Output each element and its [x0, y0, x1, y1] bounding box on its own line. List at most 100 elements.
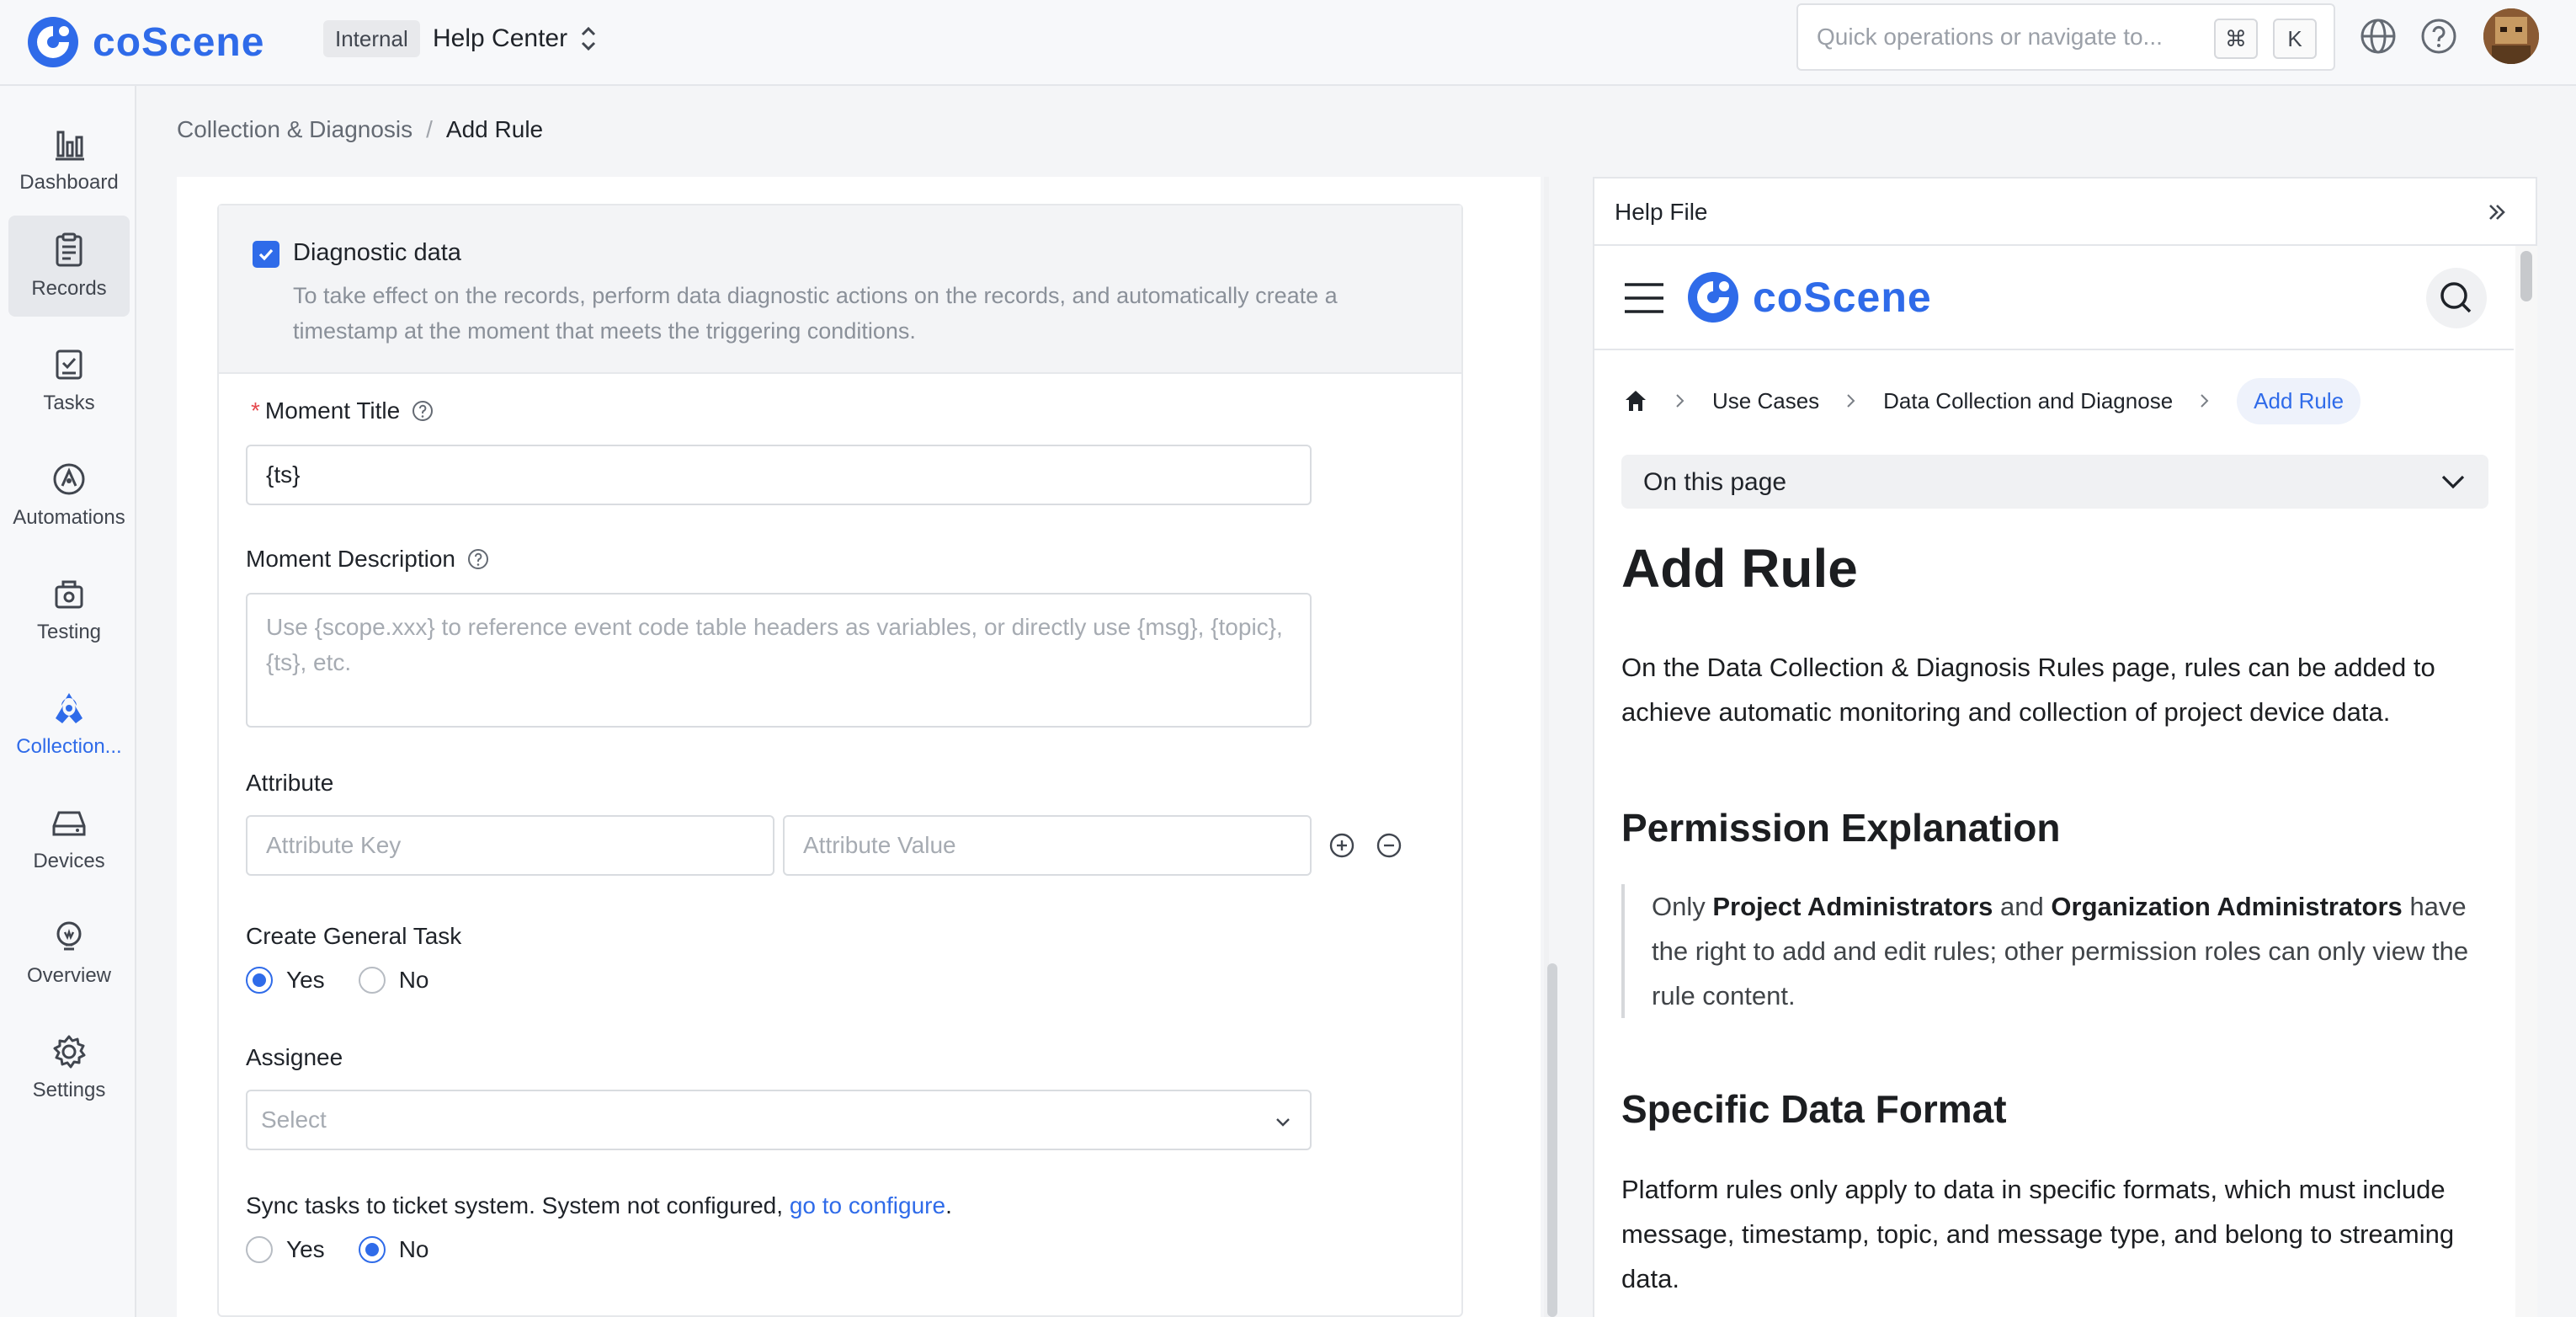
sync-yes-radio[interactable]	[246, 1236, 273, 1263]
doc-format-paragraph: Platform rules only apply to data in spe…	[1621, 1175, 2455, 1293]
nav-label: Collection...	[16, 735, 122, 758]
avatar[interactable]	[2483, 8, 2539, 64]
diagnostic-data-title: Diagnostic data	[293, 239, 461, 266]
nav-label: Automations	[13, 506, 125, 529]
go-to-configure-link[interactable]: go to configure	[790, 1192, 945, 1219]
chevron-right-icon	[2201, 394, 2209, 408]
nav-dashboard[interactable]: Dashboard	[8, 109, 130, 211]
doc-brand-name: coScene	[1753, 274, 1932, 321]
nav-label: Settings	[32, 1079, 106, 1101]
quick-search-input[interactable]: Quick operations or navigate to... ⌘ K	[1796, 3, 2335, 71]
form-scrollbar-thumb[interactable]	[1547, 963, 1557, 1317]
doc-crumb-data-collection[interactable]: Data Collection and Diagnose	[1883, 388, 2173, 414]
help-file-title: Help File	[1615, 199, 1708, 225]
assignee-label: Assignee	[246, 1044, 343, 1070]
moment-title-value: {ts}	[266, 461, 301, 488]
task-check-icon	[56, 349, 82, 380]
doc-breadcrumb: Use Cases Data Collection and Diagnose A…	[1623, 376, 2361, 426]
on-this-page-toggle[interactable]: On this page	[1621, 455, 2488, 509]
globe-icon[interactable]	[2359, 17, 2398, 56]
attribute-key-input[interactable]: Attribute Key	[246, 815, 774, 876]
nav-tasks[interactable]: Tasks	[8, 330, 130, 431]
diagnostic-card-header: Diagnostic data To take effect on the re…	[219, 205, 1461, 374]
nav-testing[interactable]: Testing	[8, 559, 130, 660]
quote-only: Only	[1652, 892, 1706, 921]
hamburger-menu-icon[interactable]	[1623, 280, 1665, 317]
breadcrumb: Collection & Diagnosis / Add Rule	[177, 116, 543, 143]
nav-label: Records	[31, 277, 107, 300]
diagnostic-data-checkbox[interactable]	[253, 241, 279, 268]
nav-label: Overview	[26, 964, 112, 987]
kbd-cmd: ⌘	[2214, 19, 2258, 59]
project-name[interactable]: Help Center	[433, 20, 567, 57]
question-circle-icon[interactable]	[467, 548, 489, 570]
breadcrumb-separator: /	[426, 116, 433, 142]
sync-yes-label[interactable]: Yes	[286, 1236, 325, 1263]
clipboard-icon	[56, 232, 82, 267]
chevron-down-icon	[1276, 1118, 1290, 1127]
add-attribute-plus-icon[interactable]	[1328, 832, 1355, 859]
doc-scrollbar-track	[2515, 246, 2537, 1317]
quote-org-admins: Organization Administrators	[2051, 892, 2403, 921]
coscene-logo-icon	[1688, 272, 1738, 323]
brand-logo[interactable]: coScene	[25, 8, 264, 76]
sync-period: .	[945, 1192, 952, 1218]
nav-label: Dashboard	[19, 171, 119, 194]
sync-no-label[interactable]: No	[399, 1236, 429, 1263]
breadcrumb-parent[interactable]: Collection & Diagnosis	[177, 116, 412, 142]
gear-icon	[53, 1035, 86, 1069]
brand-name: coScene	[93, 19, 265, 65]
doc-crumb-current: Add Rule	[2237, 377, 2361, 424]
org-badge: Internal	[323, 20, 420, 57]
nav-overview[interactable]: Overview	[8, 903, 130, 1004]
check-icon	[258, 248, 274, 261]
moment-description-placeholder: Use {scope.xxx} to reference event code …	[266, 614, 1283, 675]
moment-title-label-text: Moment Title	[264, 397, 401, 424]
attribute-value-placeholder: Attribute Value	[803, 832, 956, 858]
doc-heading-format: Specific Data Format	[1621, 1087, 2007, 1131]
nav-label: Tasks	[43, 392, 95, 414]
help-file-panel: Help File coScene Use Cases Data Collect…	[1593, 177, 2537, 1317]
quote-and: and	[2000, 892, 2044, 921]
overview-bulb-icon	[56, 921, 82, 951]
breadcrumb-current: Add Rule	[445, 116, 544, 142]
general-task-no-label[interactable]: No	[399, 967, 429, 994]
assignee-select[interactable]: Select	[246, 1090, 1312, 1150]
remove-attribute-minus-icon[interactable]	[1376, 832, 1402, 859]
rule-form-panel: Diagnostic data To take effect on the re…	[177, 177, 1541, 1317]
doc-brand-logo[interactable]: coScene	[1685, 269, 1932, 325]
moment-description-textarea[interactable]: Use {scope.xxx} to reference event code …	[246, 593, 1312, 728]
attribute-value-input[interactable]: Attribute Value	[783, 815, 1312, 876]
on-this-page-label: On this page	[1643, 468, 1787, 496]
moment-title-label: * Moment Title	[251, 397, 434, 424]
attribute-label: Attribute	[246, 770, 334, 796]
general-task-no-radio[interactable]	[358, 967, 386, 994]
nav-automations[interactable]: Automations	[8, 445, 130, 546]
avatar-image-icon	[2483, 8, 2539, 64]
doc-scrollbar-thumb[interactable]	[2520, 251, 2532, 301]
sync-no-radio[interactable]	[358, 1236, 386, 1263]
home-icon[interactable]	[1623, 388, 1648, 413]
chevron-right-icon	[1847, 394, 1855, 408]
help-file-header: Help File	[1594, 179, 2536, 246]
doc-crumb-use-cases[interactable]: Use Cases	[1712, 388, 1819, 414]
general-task-yes-radio[interactable]	[246, 967, 273, 994]
double-chevron-right-icon[interactable]	[2483, 199, 2510, 226]
permission-quote: Only Project Administrators and Organiza…	[1621, 884, 2497, 1018]
general-task-label: Create General Task	[246, 923, 462, 949]
kbd-k: K	[2273, 19, 2317, 59]
moment-title-input[interactable]: {ts}	[246, 445, 1312, 505]
nav-records[interactable]: Records	[8, 216, 130, 317]
search-icon	[2440, 282, 2472, 313]
help-icon[interactable]	[2419, 17, 2458, 56]
chevron-up-down-icon[interactable]	[576, 22, 601, 56]
general-task-yes-label[interactable]: Yes	[286, 967, 325, 994]
nav-settings[interactable]: Settings	[8, 1017, 130, 1118]
nav-collection[interactable]: Collection...	[8, 674, 130, 775]
nav-devices[interactable]: Devices	[8, 788, 130, 889]
chevron-right-icon	[1676, 394, 1685, 408]
doc-intro-paragraph: On the Data Collection & Diagnosis Rules…	[1621, 653, 2435, 727]
question-circle-icon[interactable]	[412, 400, 434, 422]
doc-search-button[interactable]	[2426, 268, 2487, 328]
doc-heading-permission: Permission Explanation	[1621, 806, 2061, 850]
